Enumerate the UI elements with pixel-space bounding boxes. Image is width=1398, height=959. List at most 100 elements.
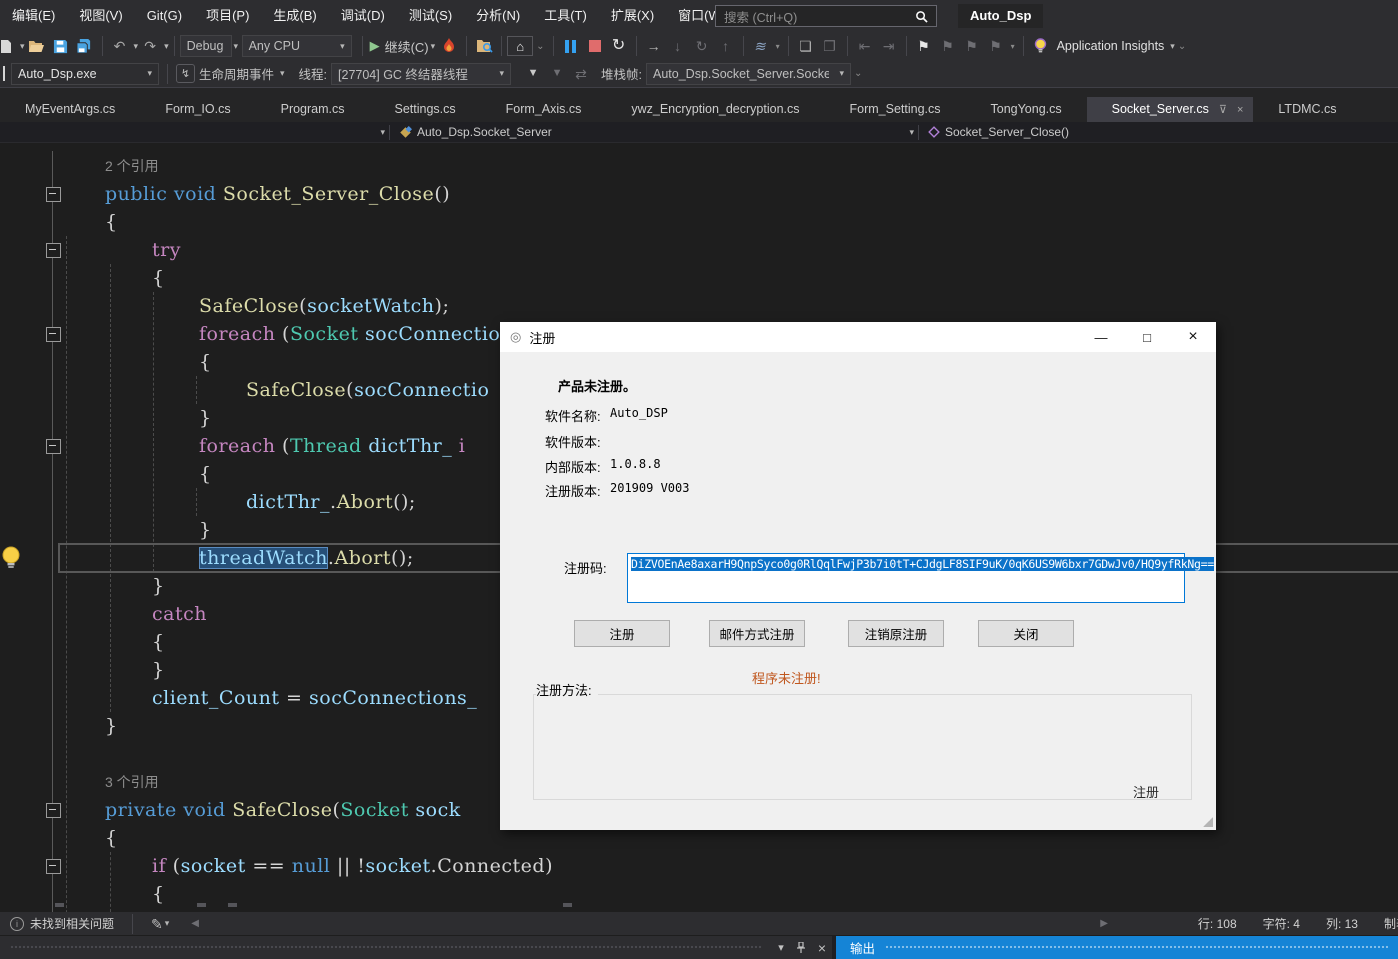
issues-icon[interactable]: i — [10, 917, 24, 931]
insights-label[interactable]: Application Insights — [1057, 39, 1165, 53]
insights-bulb-icon[interactable] — [1029, 34, 1053, 58]
find-in-files-icon[interactable] — [472, 34, 496, 58]
close-button[interactable]: × — [1170, 322, 1216, 352]
dialog-button-关闭[interactable]: 关闭 — [978, 620, 1074, 647]
toolbar-overflow-icon[interactable]: ⌄ — [1178, 41, 1186, 52]
menu-item[interactable]: 编辑(E) — [0, 0, 67, 32]
hot-reload-icon[interactable] — [437, 34, 461, 58]
output-panel-header[interactable]: 输出 — [836, 936, 1398, 959]
menu-item[interactable]: 生成(B) — [261, 0, 328, 32]
code-line[interactable]: SafeClose(socketWatch); — [0, 292, 1398, 320]
codelens-references[interactable]: 2 个引用 — [0, 152, 1398, 180]
tab-MyEventArgs.cs[interactable]: MyEventArgs.cs — [0, 97, 140, 122]
collapse-region-icon[interactable] — [46, 327, 61, 342]
solution-badge[interactable]: Auto_Dsp — [958, 4, 1043, 28]
save-all-icon[interactable] — [73, 34, 97, 58]
chevron-down-icon[interactable]: ▾ — [280, 68, 285, 79]
collapse-region-icon[interactable] — [46, 439, 61, 454]
dialog-button-注销原注册[interactable]: 注销原注册 — [848, 620, 944, 647]
platform-dropdown[interactable]: Any CPU▾ — [242, 35, 352, 57]
collapse-region-icon[interactable] — [46, 859, 61, 874]
process-dropdown[interactable]: Auto_Dsp.exe▾ — [11, 63, 159, 85]
filter-threads-icon[interactable]: ▼ — [521, 62, 545, 86]
search-box[interactable]: 搜索 (Ctrl+Q) — [715, 5, 937, 27]
status-char-number[interactable]: 字符: 4 — [1263, 915, 1300, 932]
collapse-region-icon[interactable] — [46, 803, 61, 818]
close-icon[interactable]: × — [1237, 104, 1243, 116]
scroll-right-icon[interactable]: ▶ — [1100, 919, 1108, 929]
code-line[interactable]: { — [0, 208, 1398, 236]
dialog-button-邮件方式注册[interactable]: 邮件方式注册 — [709, 620, 805, 647]
bookmark-icon[interactable]: ⚑ — [912, 34, 936, 58]
open-folder-icon[interactable] — [25, 34, 49, 58]
maximize-button[interactable]: □ — [1124, 322, 1170, 352]
close-icon[interactable]: × — [818, 940, 826, 956]
pin-icon[interactable]: ⊽ — [1219, 104, 1227, 116]
member-dropdown[interactable]: Socket_Server_Close() — [923, 125, 1069, 139]
group-register-label[interactable]: 注册 — [1133, 782, 1159, 801]
tool-window-header[interactable]: ▾ × — [0, 936, 832, 959]
dialog-button-注册[interactable]: 注册 — [574, 620, 670, 647]
code-line[interactable]: { — [0, 264, 1398, 292]
toggle-flagged-icon[interactable]: ⇄ — [569, 62, 593, 86]
code-fix-pen-icon[interactable]: ✎ — [151, 917, 163, 931]
tab-ywz_Encryption_decryption.cs[interactable]: ywz_Encryption_decryption.cs — [606, 97, 824, 122]
show-next-statement-icon[interactable]: → — [642, 34, 666, 58]
code-line[interactable]: try — [0, 236, 1398, 264]
code-line[interactable]: public void Socket_Server_Close() — [0, 180, 1398, 208]
lifecycle-events-dropdown[interactable]: 生命周期事件 — [199, 64, 274, 83]
comment-icon[interactable]: ❏ — [794, 34, 818, 58]
step-over-icon[interactable]: ↻ — [690, 34, 714, 58]
toolbar-overflow-icon[interactable]: ⌄ — [536, 41, 544, 52]
chevron-down-icon[interactable]: ▾ — [1170, 41, 1175, 52]
solution-config-dropdown[interactable]: Debug▾ — [180, 35, 232, 57]
menu-item[interactable]: 项目(P) — [194, 0, 261, 32]
step-into-icon[interactable]: ↓ — [666, 34, 690, 58]
menu-item[interactable]: 工具(T) — [532, 0, 599, 32]
tab-Settings.cs[interactable]: Settings.cs — [370, 97, 481, 122]
dialog-title-bar[interactable]: ◎ 注册 — □ × — [500, 322, 1216, 352]
menu-item[interactable]: 调试(D) — [329, 0, 397, 32]
continue-button[interactable]: ▶ 继续(C) ▾ — [368, 34, 438, 58]
prev-bookmark-icon[interactable]: ⚑ — [936, 34, 960, 58]
code-line[interactable]: if (socket == null || !socket.Connected) — [0, 852, 1398, 880]
collapse-region-icon[interactable] — [46, 243, 61, 258]
tab-Form_IO.cs[interactable]: Form_IO.cs — [140, 97, 255, 122]
new-file-icon[interactable] — [0, 34, 18, 58]
filter-off-icon[interactable]: ▼ — [545, 62, 569, 86]
lifecycle-events-icon[interactable]: ↯ — [176, 64, 195, 83]
menu-item[interactable]: Git(G) — [135, 0, 194, 32]
chevron-down-icon[interactable]: ▾ — [164, 41, 169, 52]
toolbar-overflow-icon[interactable]: ⌄ — [854, 68, 862, 79]
restart-icon[interactable]: ↻ — [607, 34, 631, 58]
code-cleanup-icon[interactable]: ≋ — [746, 34, 775, 58]
clear-bookmarks-icon[interactable]: ⚑ — [984, 34, 1008, 58]
tab-TongYong.cs[interactable]: TongYong.cs — [966, 97, 1087, 122]
increase-indent-icon[interactable]: ⇥ — [877, 34, 901, 58]
pin-icon[interactable] — [796, 942, 806, 953]
menu-item[interactable]: 分析(N) — [464, 0, 532, 32]
stop-debug-icon[interactable] — [583, 34, 607, 58]
save-icon[interactable] — [49, 34, 73, 58]
uncomment-icon[interactable]: ❐ — [818, 34, 842, 58]
tab-Form_Axis.cs[interactable]: Form_Axis.cs — [481, 97, 607, 122]
menu-item[interactable]: 测试(S) — [397, 0, 464, 32]
stack-frame-dropdown[interactable]: Auto_Dsp.Socket_Server.Socket_Serve▾ — [646, 63, 851, 85]
redo-icon[interactable]: ↷ — [138, 34, 162, 58]
chevron-down-icon[interactable]: ▾ — [165, 918, 170, 929]
quick-actions-lightbulb-icon[interactable] — [1, 546, 21, 570]
chevron-down-icon[interactable]: ▾ — [1011, 42, 1015, 51]
menu-item[interactable]: 视图(V) — [67, 0, 134, 32]
decrease-indent-icon[interactable]: ⇤ — [853, 34, 877, 58]
tab-Socket_Server.cs[interactable]: Socket_Server.cs⊽× — [1087, 97, 1254, 122]
startup-window-icon[interactable]: ⌂ — [507, 36, 533, 56]
tab-Program.cs[interactable]: Program.cs — [256, 97, 370, 122]
scroll-left-icon[interactable]: ◀ — [191, 919, 199, 929]
resize-grip[interactable] — [1203, 817, 1213, 827]
window-menu-icon[interactable]: ▾ — [778, 941, 784, 954]
undo-icon[interactable]: ↶ — [108, 34, 132, 58]
chevron-down-icon[interactable]: ▾ — [776, 42, 780, 51]
status-line-number[interactable]: 行: 108 — [1198, 915, 1237, 932]
collapse-region-icon[interactable] — [46, 187, 61, 202]
code-line[interactable]: { — [0, 880, 1398, 908]
